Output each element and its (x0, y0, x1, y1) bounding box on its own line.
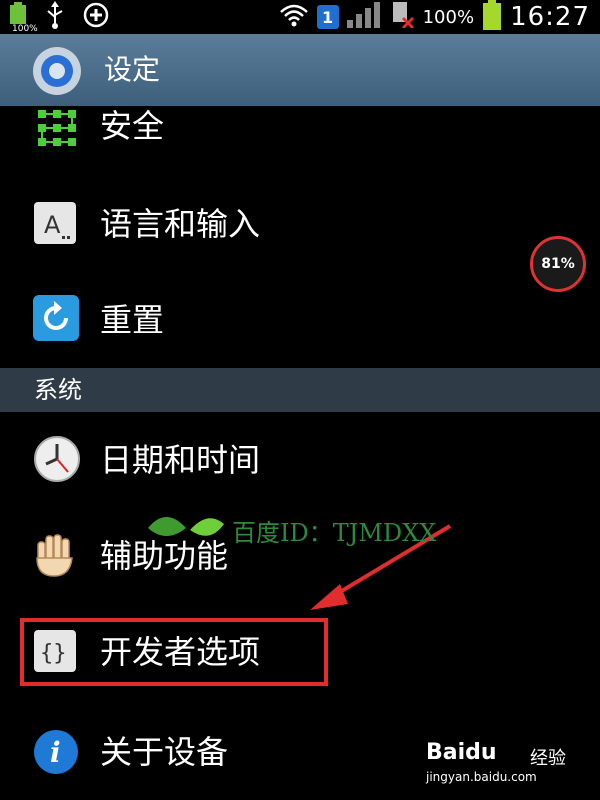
baidu-jingyan-logo: Baidu 经验 jingyan.baidu.com (426, 740, 576, 790)
settings-item-label: 安全 (100, 107, 165, 145)
section-header-label: 系统 (34, 376, 82, 404)
leaf-logo-icon (146, 508, 226, 552)
floating-percent-widget[interactable]: 81% (530, 236, 586, 292)
settings-gear-icon[interactable] (30, 44, 84, 98)
status-bar-right: 1 100% 16:27 (279, 0, 590, 34)
keyboard-a-icon: A (32, 200, 82, 250)
settings-item-date-time[interactable]: 日期和时间 (0, 412, 600, 509)
battery-small-icon: 100% (8, 2, 38, 34)
wifi-icon (279, 2, 309, 32)
settings-title-bar: 设定 (0, 34, 600, 107)
brand-experience: 经验 (530, 748, 566, 769)
watermark-text: 百度ID：TJMDXX (232, 518, 437, 547)
brand-url: jingyan.baidu.com (426, 770, 537, 784)
svg-text:A: A (44, 211, 61, 239)
sim-error-icon (391, 2, 415, 32)
notification-badge: 1 (316, 5, 339, 29)
settings-item-reset[interactable]: 重置 (0, 272, 600, 368)
watermark: 百度ID：TJMDXX (146, 510, 436, 550)
add-circle-icon (82, 1, 110, 33)
usb-icon (44, 1, 66, 33)
settings-item-label: 语言和输入 (100, 205, 261, 243)
hand-icon (32, 532, 82, 582)
status-bar-left: 100% (8, 0, 110, 34)
settings-item-label: 重置 (100, 301, 165, 339)
settings-item-label: 日期和时间 (100, 441, 261, 479)
signal-icon (346, 2, 383, 32)
settings-item-label: 关于设备 (100, 733, 229, 771)
clock-icon (32, 434, 82, 484)
svg-text:i: i (50, 736, 61, 769)
page-title: 设定 (104, 53, 161, 86)
reset-icon (32, 294, 82, 344)
highlight-box (20, 618, 328, 686)
section-header-system: 系统 (0, 368, 600, 412)
settings-item-language-input[interactable]: A 语言和输入 (0, 176, 600, 273)
info-icon: i (32, 728, 82, 778)
settings-item-security[interactable]: 安全 (0, 106, 600, 177)
clock-time: 16:27 (510, 2, 590, 32)
security-grid-icon (32, 106, 82, 156)
brand-name: Baidu (426, 740, 497, 765)
battery-small-label: 100% (12, 24, 38, 34)
battery-icon (482, 0, 502, 34)
battery-percent: 100% (422, 6, 475, 28)
status-bar: 100% 1 100% 16:27 (0, 0, 600, 34)
